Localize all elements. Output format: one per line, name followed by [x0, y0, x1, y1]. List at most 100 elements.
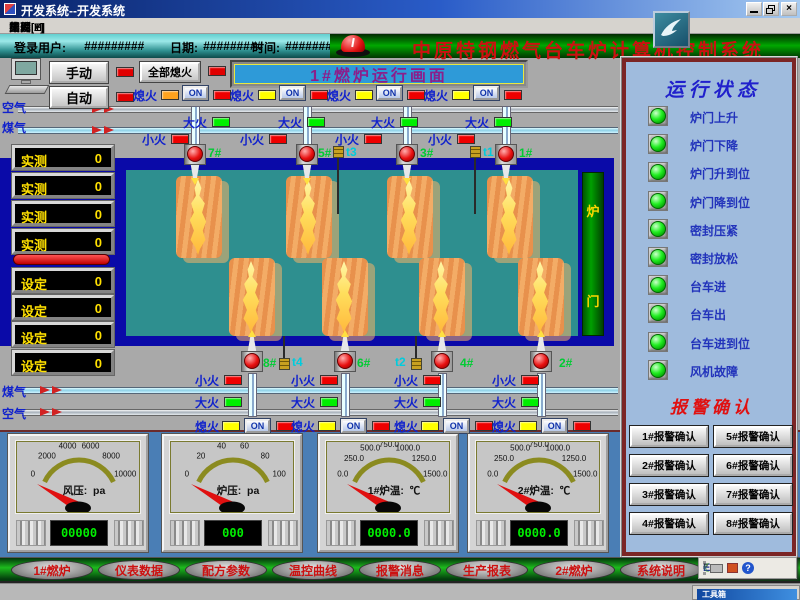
burner-pipe-bottom-8#: [248, 373, 257, 417]
bottom-high-label-1: 大火: [195, 394, 219, 411]
bottom-on-button-1[interactable]: ON: [245, 419, 270, 433]
alarm-ack-button-7#[interactable]: 7#报警确认: [714, 484, 792, 505]
top-alarm-indicator-4: [504, 90, 522, 100]
nav-button-6[interactable]: 生产报表: [446, 560, 528, 580]
alarm-ack-button-5#[interactable]: 5#报警确认: [714, 426, 792, 447]
setpoint-value-box-1[interactable]: 设定0: [12, 268, 114, 293]
svg-text:500.0: 500.0: [510, 444, 531, 453]
top-low-indicator-3: [364, 134, 382, 144]
top-off-indicator-3: [355, 90, 373, 100]
burner-id-2#: 2#: [559, 356, 572, 370]
taskbar: [0, 583, 800, 600]
menu-item-6[interactable]: 帮助[H]: [0, 18, 54, 35]
bottom-high-label-4: 大火: [492, 394, 516, 411]
pipe-label-air-bottom: 空气: [2, 405, 26, 422]
top-high-indicator-2: [307, 117, 325, 127]
bottom-low-indicator-1: [224, 375, 242, 385]
top-high-label-1: 大火: [183, 114, 207, 131]
top-alarm-indicator-3: [407, 90, 425, 100]
bottom-high-label-2: 大火: [291, 394, 315, 411]
all-off-button[interactable]: 全部熄火: [140, 62, 200, 82]
ime-keyboard-icon[interactable]: [710, 564, 723, 573]
top-low-label-1: 小火: [142, 131, 166, 148]
setpoint-value-box-2[interactable]: 设定0: [12, 295, 114, 320]
status-lamp-8: [648, 303, 668, 323]
auto-mode-button[interactable]: 自动: [50, 87, 108, 108]
ime-help-icon[interactable]: ?: [742, 562, 754, 574]
flow-arrow-icon: [40, 408, 50, 416]
application-window: 开发系统--开发系统 × 文件[F]编辑[E]排列[L]工具[T]图库[Z]画面…: [0, 0, 800, 600]
status-lamp-7: [648, 275, 668, 295]
ime-toolbar-icon[interactable]: [727, 563, 738, 573]
burner-id-4#: 4#: [460, 356, 473, 370]
top-on-button-1[interactable]: ON: [183, 86, 208, 100]
top-on-button-4[interactable]: ON: [474, 86, 499, 100]
toolbox-titlebar[interactable]: 工具箱: [697, 589, 797, 600]
alarm-ack-button-1#[interactable]: 1#报警确认: [630, 426, 708, 447]
measured-value-box-4: 实测0: [12, 229, 114, 254]
bottom-off-indicator-2: [318, 421, 336, 431]
manual-mode-indicator: [116, 67, 134, 77]
alarm-ack-button-6#[interactable]: 6#报警确认: [714, 455, 792, 476]
status-lamp-10: [648, 360, 668, 380]
nav-button-5[interactable]: 报警消息: [359, 560, 441, 580]
top-high-label-4: 大火: [465, 114, 489, 131]
setpoint-value-box-4[interactable]: 设定0: [12, 350, 114, 375]
toolbox-window-fragment[interactable]: 工具箱: [692, 585, 800, 600]
nav-button-1[interactable]: 1#燃炉: [11, 560, 93, 580]
restore-button[interactable]: [763, 2, 779, 16]
status-label-5: 密封压紧: [690, 222, 738, 239]
top-high-indicator-1: [212, 117, 230, 127]
manual-mode-button[interactable]: 手动: [50, 62, 108, 83]
gauge-panel-1: 0200040006000800010000 风压: pa 00000: [8, 434, 148, 552]
svg-text:10000: 10000: [114, 469, 137, 478]
app-icon: [4, 3, 16, 15]
status-lamp-5: [648, 219, 668, 239]
screen-title: 1#燃炉运行画面: [234, 64, 524, 84]
close-button[interactable]: ×: [781, 2, 797, 16]
status-label-6: 密封放松: [690, 250, 738, 267]
bottom-on-button-4[interactable]: ON: [542, 419, 567, 433]
top-on-button-2[interactable]: ON: [280, 86, 305, 100]
bottom-off-label-2: 熄火: [291, 418, 315, 435]
top-high-indicator-3: [400, 117, 418, 127]
gauge-panel-4: 0.0250.0500.0750.01000.01250.01500.0 2#炉…: [468, 434, 608, 552]
setpoint-value-box-3[interactable]: 设定0: [12, 322, 114, 347]
alarm-ack-button-3#[interactable]: 3#报警确认: [630, 484, 708, 505]
flow-arrow-icon: [52, 408, 62, 416]
computer-icon[interactable]: [5, 58, 51, 102]
alarm-panel-title: 报警确认: [652, 393, 772, 418]
top-high-label-2: 大火: [278, 114, 302, 131]
status-label-2: 炉门下降: [690, 137, 738, 154]
bottom-low-indicator-2: [320, 375, 338, 385]
bottom-on-button-2[interactable]: ON: [341, 419, 366, 433]
alarm-ack-button-4#[interactable]: 4#报警确认: [630, 513, 708, 534]
bottom-off-indicator-3: [421, 421, 439, 431]
top-on-button-3[interactable]: ON: [377, 86, 402, 100]
svg-text:250.0: 250.0: [494, 454, 515, 463]
status-label-7: 台车进: [690, 278, 726, 295]
status-lamp-4: [648, 191, 668, 211]
nav-button-8[interactable]: 系统说明: [620, 560, 702, 580]
svg-text:1250.0: 1250.0: [412, 454, 437, 463]
auto-mode-indicator: [116, 92, 134, 102]
time-label: 时间:: [252, 39, 280, 56]
minimize-button[interactable]: [746, 2, 762, 16]
bottom-off-label-1: 熄火: [195, 418, 219, 435]
ime-language-bar[interactable]: En ” ☾ ?: [698, 557, 797, 579]
bottom-low-label-4: 小火: [492, 372, 516, 389]
top-off-label-4: 熄火: [424, 87, 448, 104]
bottom-low-label-1: 小火: [195, 372, 219, 389]
flame-bottom-4: [518, 258, 564, 336]
pipe-label-gas-top: 煤气: [2, 119, 26, 136]
alarm-ack-button-8#[interactable]: 8#报警确认: [714, 513, 792, 534]
gauge-readout-4: 0000.0: [510, 520, 568, 546]
svg-text:8000: 8000: [102, 451, 120, 460]
pipe-label-air-top: 空气: [2, 99, 26, 116]
alarm-ack-button-2#[interactable]: 2#报警确认: [630, 455, 708, 476]
nav-button-4[interactable]: 温控曲线: [272, 560, 354, 580]
nav-button-3[interactable]: 配方参数: [185, 560, 267, 580]
nav-button-2[interactable]: 仪表数据: [98, 560, 180, 580]
nav-button-7[interactable]: 2#燃炉: [533, 560, 615, 580]
bottom-on-button-3[interactable]: ON: [444, 419, 469, 433]
